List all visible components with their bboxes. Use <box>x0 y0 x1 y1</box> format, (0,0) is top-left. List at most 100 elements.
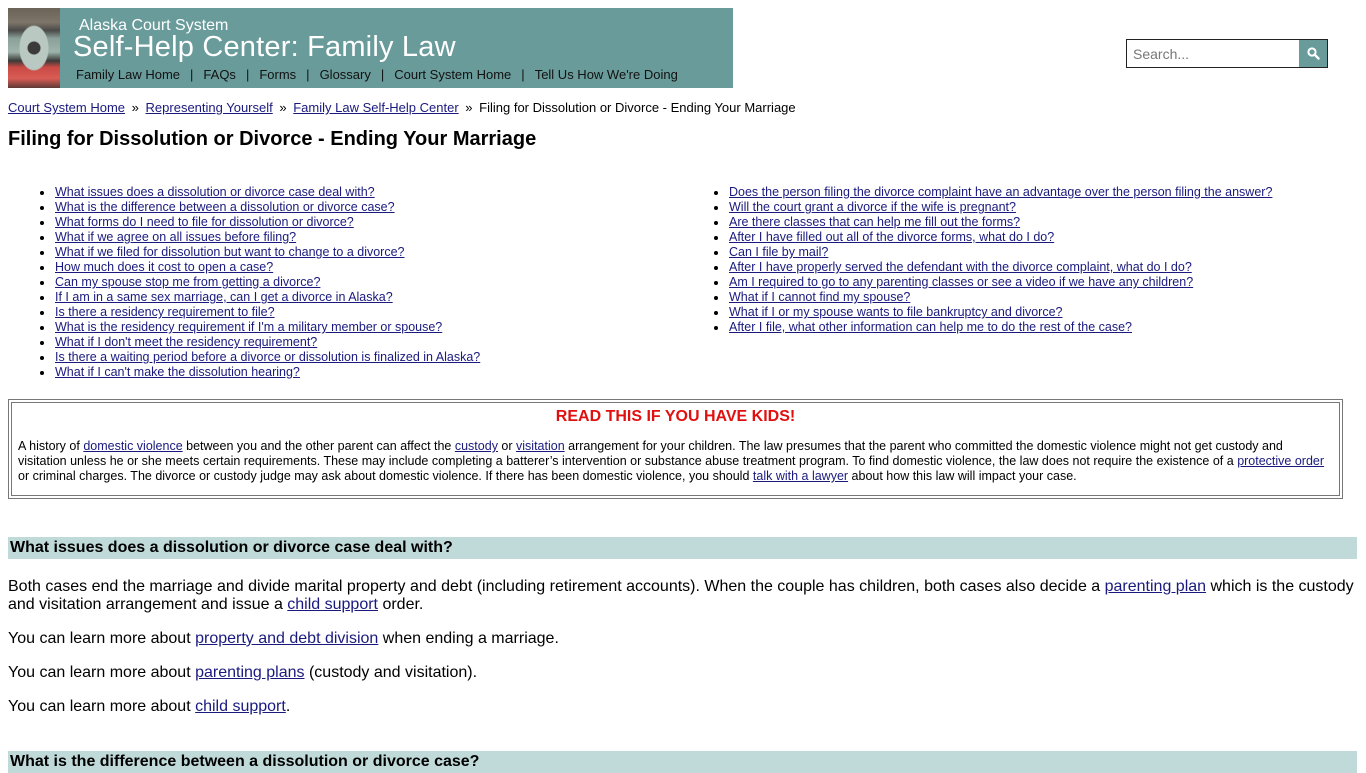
list-item: What if I cannot find my spouse? <box>712 290 1272 305</box>
list-item: What if I don't meet the residency requi… <box>38 335 480 350</box>
banner-title: Self-Help Center: Family Law <box>73 31 456 63</box>
question-link[interactable]: What if we agree on all issues before fi… <box>55 230 296 244</box>
site-banner: Alaska Court System Self-Help Center: Fa… <box>8 8 733 88</box>
question-link[interactable]: How much does it cost to open a case? <box>55 260 273 274</box>
question-link[interactable]: What is the difference between a dissolu… <box>55 200 395 214</box>
link-parenting-plan[interactable]: parenting plan <box>1105 578 1206 595</box>
text: between you and the other parent can aff… <box>182 439 455 453</box>
question-list-right: Does the person filing the divorce compl… <box>712 185 1272 335</box>
link-domestic-violence[interactable]: domestic violence <box>83 439 182 453</box>
paragraph: You can learn more about parenting plans… <box>8 664 1358 682</box>
question-link[interactable]: If I am in a same sex marriage, can I ge… <box>55 290 393 304</box>
question-link[interactable]: Can I file by mail? <box>729 245 828 259</box>
question-link[interactable]: Does the person filing the divorce compl… <box>729 185 1272 199</box>
kids-notice-box: READ THIS IF YOU HAVE KIDS! A history of… <box>8 399 1343 499</box>
list-item: After I have properly served the defenda… <box>712 260 1272 275</box>
breadcrumb-separator: » <box>131 100 139 115</box>
nav-glossary[interactable]: Glossary <box>320 67 371 82</box>
breadcrumb: Court System Home » Representing Yoursel… <box>8 100 796 115</box>
paragraph: You can learn more about property and de… <box>8 630 1358 648</box>
question-link[interactable]: What forms do I need to file for dissolu… <box>55 215 354 229</box>
nav-feedback[interactable]: Tell Us How We're Doing <box>535 67 678 82</box>
question-link[interactable]: After I have filled out all of the divor… <box>729 230 1054 244</box>
nav-family-law-home[interactable]: Family Law Home <box>76 67 180 82</box>
link-property-debt-division[interactable]: property and debt division <box>195 630 378 647</box>
list-item: After I have filled out all of the divor… <box>712 230 1272 245</box>
kids-notice-inner: READ THIS IF YOU HAVE KIDS! A history of… <box>11 402 1340 496</box>
nav-separator: | <box>306 67 310 82</box>
question-link[interactable]: What if we filed for dissolution but wan… <box>55 245 405 259</box>
question-link[interactable]: Is there a residency requirement to file… <box>55 305 275 319</box>
breadcrumb-current: Filing for Dissolution or Divorce - Endi… <box>479 100 796 115</box>
question-link[interactable]: Are there classes that can help me fill … <box>729 215 1020 229</box>
list-item: What issues does a dissolution or divorc… <box>38 185 480 200</box>
list-item: Does the person filing the divorce compl… <box>712 185 1272 200</box>
text: You can learn more about <box>8 698 196 715</box>
list-item: Are there classes that can help me fill … <box>712 215 1272 230</box>
link-custody[interactable]: custody <box>455 439 498 453</box>
section-heading: What issues does a dissolution or divorc… <box>8 537 1357 559</box>
list-item: If I am in a same sex marriage, can I ge… <box>38 290 480 305</box>
question-link[interactable]: What if I cannot find my spouse? <box>729 290 910 304</box>
question-link[interactable]: What is the residency requirement if I'm… <box>55 320 442 334</box>
nav-faqs[interactable]: FAQs <box>203 67 236 82</box>
text: Both cases end the marriage and divide m… <box>8 578 1105 595</box>
question-link[interactable]: What if I or my spouse wants to file ban… <box>729 305 1063 319</box>
link-child-support[interactable]: child support <box>195 698 286 715</box>
list-item: After I file, what other information can… <box>712 320 1272 335</box>
nav-separator: | <box>190 67 194 82</box>
nav-forms[interactable]: Forms <box>259 67 296 82</box>
paragraph: You can learn more about child support. <box>8 698 1358 716</box>
list-item: Will the court grant a divorce if the wi… <box>712 200 1272 215</box>
question-link[interactable]: After I file, what other information can… <box>729 320 1132 334</box>
nav-separator: | <box>245 67 250 82</box>
text: A history of <box>18 439 84 453</box>
text: order. <box>378 596 424 613</box>
list-item: Is there a residency requirement to file… <box>38 305 480 320</box>
link-parenting-plans[interactable]: parenting plans <box>195 664 304 681</box>
top-nav: Family Law Home | FAQs | Forms | Glossar… <box>76 67 678 82</box>
question-link[interactable]: What if I don't meet the residency requi… <box>55 335 317 349</box>
list-item: What if I or my spouse wants to file ban… <box>712 305 1272 320</box>
text: You can learn more about <box>8 630 196 647</box>
question-link[interactable]: What issues does a dissolution or divorc… <box>55 185 375 199</box>
link-protective-order[interactable]: protective order <box>1237 454 1324 468</box>
link-talk-with-lawyer[interactable]: talk with a lawyer <box>753 469 848 483</box>
search-button[interactable] <box>1299 40 1327 67</box>
nav-separator: | <box>521 67 525 82</box>
totem-pole-logo <box>8 8 60 88</box>
text: about how this law will impact your case… <box>848 469 1077 483</box>
question-link[interactable]: Is there a waiting period before a divor… <box>55 350 480 364</box>
list-item: What is the residency requirement if I'm… <box>38 320 480 335</box>
text: when ending a marriage. <box>378 630 559 647</box>
question-link[interactable]: Will the court grant a divorce if the wi… <box>729 200 1016 214</box>
link-child-support[interactable]: child support <box>287 596 378 613</box>
list-item: What if we filed for dissolution but wan… <box>38 245 480 260</box>
question-link[interactable]: After I have properly served the defenda… <box>729 260 1192 274</box>
kids-notice-text: A history of domestic violence between y… <box>18 439 1333 484</box>
search-input[interactable] <box>1127 40 1299 67</box>
nav-court-system-home[interactable]: Court System Home <box>394 67 511 82</box>
list-item: Am I required to go to any parenting cla… <box>712 275 1272 290</box>
breadcrumb-separator: » <box>465 100 473 115</box>
question-list-left: What issues does a dissolution or divorc… <box>38 185 480 380</box>
breadcrumb-separator: » <box>279 100 287 115</box>
question-link[interactable]: Am I required to go to any parenting cla… <box>729 275 1193 289</box>
search-box <box>1126 39 1328 68</box>
link-visitation[interactable]: visitation <box>516 439 565 453</box>
breadcrumb-family-law-center[interactable]: Family Law Self-Help Center <box>293 100 458 115</box>
text: You can learn more about <box>8 664 196 681</box>
page-title: Filing for Dissolution or Divorce - Endi… <box>8 128 537 150</box>
nav-separator: | <box>380 67 385 82</box>
list-item: What is the difference between a dissolu… <box>38 200 480 215</box>
search-icon <box>1306 47 1320 60</box>
breadcrumb-court-system-home[interactable]: Court System Home <box>8 100 125 115</box>
section-heading: What is the difference between a dissolu… <box>8 751 1357 773</box>
text: or <box>497 439 517 453</box>
question-link[interactable]: What if I can't make the dissolution hea… <box>55 365 300 379</box>
breadcrumb-representing-yourself[interactable]: Representing Yourself <box>146 100 273 115</box>
list-item: What if I can't make the dissolution hea… <box>38 365 480 380</box>
list-item: What if we agree on all issues before fi… <box>38 230 480 245</box>
question-link[interactable]: Can my spouse stop me from getting a div… <box>55 275 320 289</box>
list-item: Can my spouse stop me from getting a div… <box>38 275 480 290</box>
